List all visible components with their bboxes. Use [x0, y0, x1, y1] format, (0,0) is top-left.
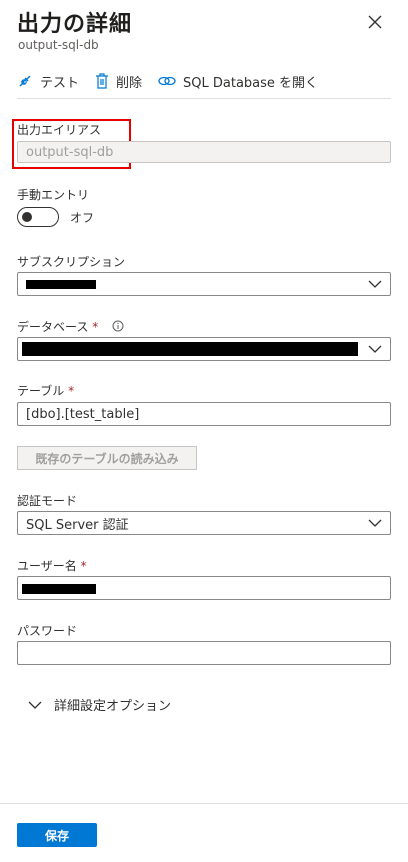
redacted-subscription [26, 280, 96, 289]
trash-icon [96, 73, 109, 89]
save-button[interactable]: 保存 [17, 823, 97, 847]
table-required-mark: * [68, 384, 75, 398]
database-label-row: データベース * [17, 318, 124, 335]
username-input[interactable] [17, 576, 391, 600]
password-label: パスワード [17, 624, 78, 638]
advanced-options-label: 詳細設定オプション [54, 699, 172, 714]
redacted-username [22, 584, 96, 594]
close-icon [368, 15, 382, 29]
subscription-dropdown[interactable] [17, 272, 391, 296]
delete-button[interactable]: 削除 [95, 72, 142, 91]
plug-icon [19, 75, 31, 87]
chevron-down-icon [368, 345, 382, 353]
test-label: テスト [40, 75, 80, 91]
output-alias-input: output-sql-db [17, 141, 391, 163]
manual-entry-toggle[interactable] [17, 207, 59, 227]
manual-entry-label: 手動エントリ [17, 188, 90, 202]
table-label-row: テーブル * [17, 382, 74, 399]
subscription-label: サブスクリプション [17, 255, 126, 269]
database-dropdown[interactable] [17, 337, 391, 361]
username-label-row: ユーザー名 * [17, 557, 87, 574]
auth-mode-dropdown[interactable]: SQL Server 認証 [17, 511, 391, 535]
open-sql-database-label: SQL Database を開く [183, 75, 319, 91]
open-sql-database-button[interactable]: SQL Database を開く [158, 72, 318, 91]
auth-mode-label: 認証モード [17, 494, 78, 508]
advanced-options-toggle[interactable]: 詳細設定オプション [28, 695, 171, 714]
auth-mode-value: SQL Server 認証 [26, 517, 129, 533]
footer-divider [0, 803, 408, 804]
output-alias-value: output-sql-db [26, 144, 114, 160]
close-button[interactable] [366, 13, 384, 31]
output-alias-label: 出力エイリアス [17, 123, 102, 137]
chevron-down-icon [368, 519, 382, 527]
database-label: データベース [17, 320, 89, 334]
manual-entry-state: オフ [70, 211, 95, 225]
link-icon [158, 76, 176, 86]
username-required-mark: * [80, 559, 87, 573]
table-label: テーブル [17, 384, 65, 398]
chevron-down-icon [28, 701, 42, 709]
delete-label: 削除 [116, 75, 143, 91]
toolbar: テスト 削除 SQL Database を開く [17, 68, 334, 94]
test-button[interactable]: テスト [17, 72, 79, 91]
table-value: [dbo].[test_table] [26, 406, 140, 422]
info-icon[interactable] [112, 320, 124, 332]
toggle-knob [22, 212, 32, 222]
database-required-mark: * [92, 320, 99, 334]
panel-subtitle: output-sql-db [18, 38, 99, 52]
password-input[interactable] [17, 641, 391, 665]
username-label: ユーザー名 [17, 559, 77, 573]
toolbar-divider [17, 98, 391, 99]
load-existing-tables-button[interactable]: 既存のテーブルの読み込み [17, 446, 197, 470]
redacted-database [22, 342, 358, 356]
table-input[interactable]: [dbo].[test_table] [17, 402, 391, 426]
panel-title: 出力の詳細 [17, 12, 133, 37]
chevron-down-icon [368, 280, 382, 288]
